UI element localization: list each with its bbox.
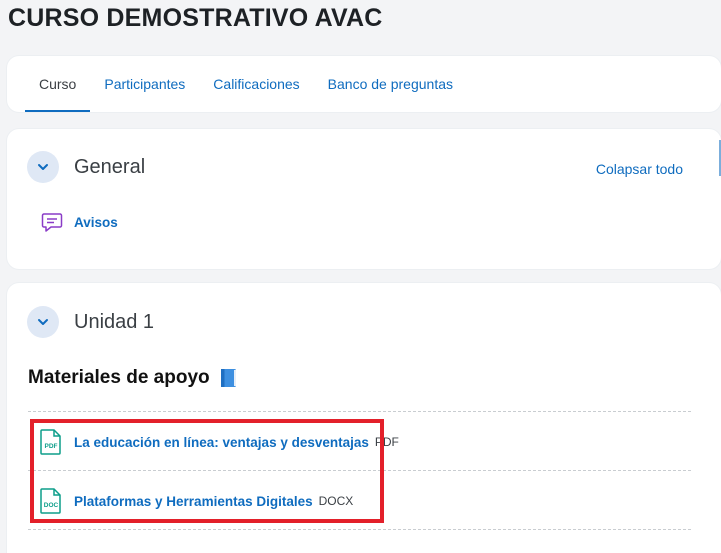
tab-calificaciones[interactable]: Calificaciones [199,56,313,112]
tab-curso[interactable]: Curso [25,56,91,112]
section-title-general: General [74,156,146,178]
blue-book-icon [220,369,236,387]
chevron-down-icon [38,319,48,325]
tab-banco-de-preguntas[interactable]: Banco de preguntas [314,56,467,112]
course-nav-card: Curso Participantes Calificaciones Banco… [7,56,721,112]
section-title-unidad-1: Unidad 1 [74,311,155,333]
activity-link-avisos[interactable]: Avisos [74,215,118,230]
chevron-down-icon [38,164,48,170]
divider [28,411,691,412]
collapse-unidad-1-button[interactable] [27,306,59,338]
collapse-all-link[interactable]: Colapsar todo [596,161,683,177]
course-tabs: Curso Participantes Calificaciones Banco… [25,56,467,112]
divider [28,529,691,530]
materiales-heading: Materiales de apoyo [28,367,238,389]
red-highlight-box [30,419,384,523]
tab-participantes[interactable]: Participantes [90,56,199,112]
activity-avisos[interactable]: Avisos [40,210,118,234]
forum-icon [41,213,63,232]
page-title: CURSO DEMOSTRATIVO AVAC [8,4,383,32]
section-general: General Colapsar todo Avisos [7,129,721,269]
collapse-general-button[interactable] [27,151,59,183]
materiales-heading-text: Materiales de apoyo [28,367,210,388]
